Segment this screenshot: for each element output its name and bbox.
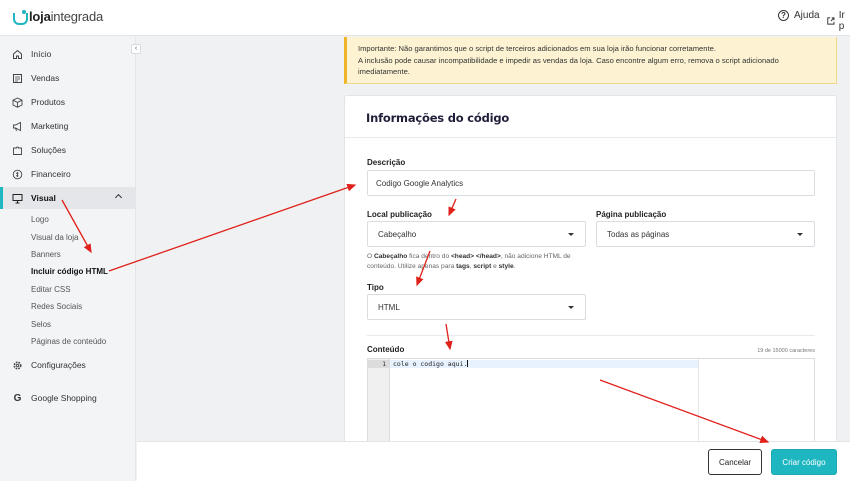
top-bar: lojaintegrada ? Ajuda Ir p [0, 0, 850, 36]
divider [367, 335, 815, 336]
money-icon [12, 169, 23, 180]
caret-down-icon [568, 233, 574, 236]
descricao-value: Codigo Google Analytics [376, 178, 464, 188]
help-icon: ? [778, 10, 789, 21]
caret-down-icon [568, 306, 574, 309]
chevron-up-icon[interactable] [114, 193, 123, 202]
sidebar-item-inicio[interactable]: Início [0, 43, 135, 65]
divider [345, 137, 836, 138]
code-info-card: Informações do código Descrição Codigo G… [344, 95, 837, 481]
create-code-button[interactable]: Criar código [771, 449, 837, 475]
main-content: Importante: Não garantimos que o script … [137, 37, 850, 481]
sidebar-subitem-selos[interactable]: Selos [31, 320, 51, 329]
help-link[interactable]: ? Ajuda [778, 10, 820, 21]
sidebar-item-produtos[interactable]: Produtos [0, 91, 135, 113]
caret-down-icon [797, 233, 803, 236]
puzzle-icon [12, 145, 23, 156]
sidebar-item-visual[interactable]: Visual [0, 187, 135, 209]
sidebar-item-google-shopping[interactable]: G Google Shopping [0, 387, 135, 409]
tipo-select[interactable]: HTML [367, 294, 586, 320]
local-hint-text: O Cabeçalho fica dentro do <head> </head… [367, 253, 571, 270]
sidebar-subitem-redes-sociais[interactable]: Redes Sociais [31, 302, 82, 311]
action-bar: Cancelar Criar código [137, 441, 850, 481]
pagina-publicacao-select[interactable]: Todas as páginas [596, 221, 815, 247]
card-title: Informações do código [366, 111, 510, 125]
code-line[interactable]: cole o codigo aqui. [393, 360, 469, 368]
megaphone-icon [12, 121, 23, 132]
sidebar-subitem-logo[interactable]: Logo [31, 215, 49, 224]
sidebar-subitem-paginas-de-conteudo[interactable]: Páginas de conteúdo [31, 337, 106, 346]
logo-icon [13, 9, 28, 25]
line-number: 1 [382, 360, 386, 368]
google-icon: G [13, 392, 22, 404]
sidebar: Início Vendas Produtos Marketing Soluçõe… [0, 37, 136, 481]
help-label: Ajuda [794, 10, 820, 21]
sidebar-item-configuracoes[interactable]: Configurações [0, 354, 135, 376]
go-to-store-label: Ir p [838, 10, 845, 32]
tipo-label: Tipo [367, 283, 384, 292]
sidebar-item-financeiro[interactable]: Financeiro [0, 163, 135, 185]
warning-line-1: Importante: Não garantimos que o script … [358, 44, 716, 53]
sidebar-subitem-visual-da-loja[interactable]: Visual da loja [31, 233, 78, 242]
box-icon [12, 96, 23, 108]
sidebar-subitem-incluir-codigo-html[interactable]: Incluir código HTML [31, 267, 108, 276]
sidebar-item-marketing[interactable]: Marketing [0, 115, 135, 137]
brand-logo[interactable]: lojaintegrada [13, 9, 104, 25]
local-publicacao-label: Local publicação [367, 210, 432, 219]
pagina-publicacao-value: Todas as páginas [607, 229, 670, 239]
character-counter: 19 de 15000 caracteres [757, 348, 815, 354]
local-publicacao-value: Cabeçalho [378, 229, 417, 239]
local-publicacao-select[interactable]: Cabeçalho [367, 221, 586, 247]
tipo-value: HTML [378, 302, 400, 312]
sidebar-item-solucoes[interactable]: Soluções [0, 139, 135, 161]
sidebar-subitem-editar-css[interactable]: Editar CSS [31, 285, 71, 294]
sidebar-subitem-banners[interactable]: Banners [31, 250, 61, 259]
logo-text: lojaintegrada [29, 9, 104, 24]
conteudo-label: Conteúdo [367, 345, 405, 354]
descricao-input[interactable]: Codigo Google Analytics [367, 170, 815, 196]
sidebar-item-vendas[interactable]: Vendas [0, 67, 135, 89]
warning-line-2: A inclusão pode causar incompatibilidade… [358, 55, 779, 77]
home-icon [12, 49, 23, 60]
collapse-sidebar-button[interactable]: ‹ [131, 44, 141, 54]
go-to-store-link[interactable]: Ir p [827, 10, 850, 32]
warning-banner: Importante: Não garantimos que o script … [344, 37, 837, 84]
pagina-publicacao-label: Página publicação [596, 210, 667, 219]
cancel-button[interactable]: Cancelar [708, 449, 762, 475]
text-cursor [467, 360, 469, 367]
monitor-icon [12, 193, 23, 204]
descricao-label: Descrição [367, 158, 406, 167]
receipt-icon [12, 73, 23, 84]
external-link-icon [827, 17, 835, 25]
gear-icon [12, 360, 23, 371]
